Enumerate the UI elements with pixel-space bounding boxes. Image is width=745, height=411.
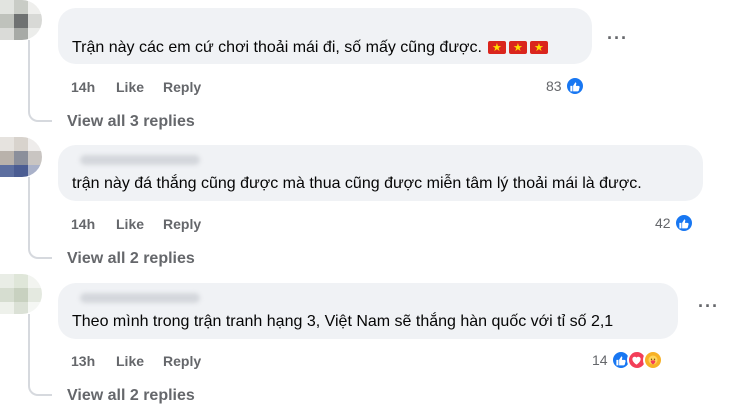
avatar[interactable] xyxy=(0,274,42,314)
thread-connector xyxy=(28,243,52,259)
timestamp[interactable]: 14h xyxy=(71,79,95,95)
thread-connector xyxy=(28,106,52,122)
reaction-count: 83 xyxy=(546,78,562,94)
view-replies-link[interactable]: View all 2 replies xyxy=(67,387,195,405)
thread-line xyxy=(28,177,30,243)
reply-button[interactable]: Reply xyxy=(163,79,201,95)
vietnam-flag-icon xyxy=(529,39,548,57)
like-button[interactable]: Like xyxy=(116,353,144,369)
reaction-count: 42 xyxy=(655,215,671,231)
like-button[interactable]: Like xyxy=(116,216,144,232)
reaction-summary[interactable]: 14 xyxy=(592,350,663,370)
avatar[interactable] xyxy=(0,137,42,177)
comment-bubble: trận này đá thắng cũng được mà thua cũng… xyxy=(58,145,703,201)
timestamp[interactable]: 14h xyxy=(71,216,95,232)
comment-1: Trận này các em cứ chơi thoải mái đi, số… xyxy=(0,0,745,137)
vietnam-flag-icon xyxy=(508,39,527,57)
reaction-summary[interactable]: 83 xyxy=(546,76,585,96)
avatar[interactable] xyxy=(0,0,42,40)
comment-bubble: Trận này các em cứ chơi thoải mái đi, số… xyxy=(58,8,592,64)
comment-text: Theo mình trong trận tranh hạng 3, Việt … xyxy=(72,313,614,330)
vietnam-flag-icon xyxy=(487,39,506,57)
comment-3: Theo mình trong trận tranh hạng 3, Việt … xyxy=(0,274,745,411)
view-replies-link[interactable]: View all 2 replies xyxy=(67,250,195,268)
more-options-button[interactable]: ··· xyxy=(698,296,719,317)
reaction-summary[interactable]: 42 xyxy=(655,213,694,233)
comment-text-row: Trận này các em cứ chơi thoải mái đi, số… xyxy=(72,39,551,59)
comment-2: trận này đá thắng cũng được mà thua cũng… xyxy=(0,137,745,274)
reaction-count: 14 xyxy=(592,352,608,368)
timestamp[interactable]: 13h xyxy=(71,353,95,369)
comment-bubble: Theo mình trong trận tranh hạng 3, Việt … xyxy=(58,283,678,339)
like-button[interactable]: Like xyxy=(116,79,144,95)
reply-button[interactable]: Reply xyxy=(163,353,201,369)
care-icon xyxy=(642,350,663,370)
thread-line xyxy=(28,314,30,380)
more-options-button[interactable]: ··· xyxy=(607,28,628,49)
thread-connector xyxy=(28,380,52,396)
reply-button[interactable]: Reply xyxy=(163,216,201,232)
author-name-redacted xyxy=(80,155,200,165)
flag-emojis xyxy=(487,39,551,59)
comment-text: trận này đá thắng cũng được mà thua cũng… xyxy=(72,175,642,192)
view-replies-link[interactable]: View all 3 replies xyxy=(67,113,195,131)
author-name-redacted xyxy=(80,293,200,303)
thread-line xyxy=(28,40,30,106)
comment-text: Trận này các em cứ chơi thoải mái đi, số… xyxy=(72,39,482,56)
like-icon xyxy=(564,76,585,96)
like-icon xyxy=(673,213,694,233)
